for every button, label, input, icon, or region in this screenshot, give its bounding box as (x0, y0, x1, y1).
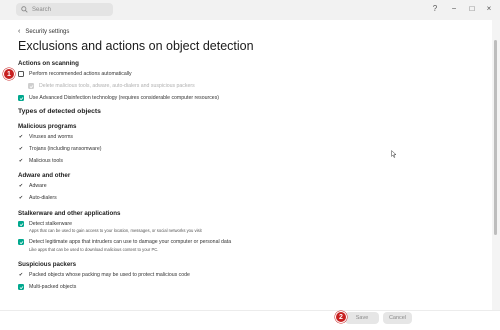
page-title: Exclusions and actions on object detecti… (18, 39, 254, 53)
annotation-badge-2: 2 (335, 311, 347, 323)
checkbox-checked[interactable] (18, 284, 24, 290)
list-item-label: Packed objects whose packing may be used… (29, 272, 190, 278)
checkmark-icon (19, 222, 23, 226)
malicious-heading: Malicious programs (18, 123, 77, 130)
delete-malicious-checkbox: Delete malicious tools, adware, auto-dia… (28, 83, 195, 89)
checkbox-unchecked[interactable] (18, 71, 24, 77)
multipacked-checkbox[interactable]: Multi-packed objects (18, 284, 76, 290)
list-item: ✔ Malicious tools (18, 158, 63, 164)
checkmark-icon (19, 285, 23, 289)
close-button[interactable]: × (484, 4, 494, 14)
list-item: ✔ Viruses and worms (18, 134, 73, 140)
check-icon: ✔ (18, 272, 24, 278)
minimize-button[interactable]: − (449, 4, 459, 14)
title-bar: Search ? − □ × (0, 0, 500, 20)
types-heading: Types of detected objects (18, 108, 101, 115)
list-item: ✔ Trojans (including ransomware) (18, 146, 102, 152)
detect-stalkerware-desc: Apps that can be used to gain access to … (29, 228, 202, 233)
advanced-disinfection-checkbox[interactable]: Use Advanced Disinfection technology (re… (18, 95, 219, 101)
checkmark-icon (19, 240, 23, 244)
list-item-label: Adware (29, 183, 47, 189)
cancel-button[interactable]: Cancel (383, 312, 412, 324)
checkbox-checked[interactable] (18, 95, 24, 101)
maximize-button[interactable]: □ (467, 4, 477, 14)
back-link[interactable]: ‹ Security settings (18, 28, 69, 35)
list-item-label: Malicious tools (29, 158, 64, 164)
detect-legit-apps-desc: Like apps that can be used to download m… (29, 247, 159, 252)
footer-bar (0, 310, 500, 330)
list-item-label: Auto-dialers (29, 195, 57, 201)
detect-legit-apps-label: Detect legitimate apps that intruders ca… (29, 239, 232, 245)
list-item: ✔ Auto-dialers (18, 195, 57, 201)
packers-heading: Suspicious packers (18, 261, 77, 268)
scrollbar-thumb[interactable] (494, 40, 497, 235)
detect-stalkerware-label: Detect stalkerware (29, 221, 72, 227)
checkmark-icon (29, 84, 33, 88)
check-icon: ✔ (18, 183, 24, 189)
check-icon: ✔ (18, 146, 24, 152)
adware-heading: Adware and other (18, 172, 71, 179)
help-button[interactable]: ? (430, 4, 440, 14)
advanced-disinfection-label: Use Advanced Disinfection technology (re… (29, 95, 220, 101)
chevron-left-icon: ‹ (18, 28, 21, 35)
search-placeholder: Search (32, 6, 52, 13)
actions-heading: Actions on scanning (18, 60, 79, 67)
back-link-label: Security settings (25, 28, 70, 35)
detect-legit-apps-checkbox[interactable]: Detect legitimate apps that intruders ca… (18, 239, 231, 245)
search-input[interactable]: Search (16, 3, 113, 16)
check-icon: ✔ (18, 195, 24, 201)
checkbox-checked-disabled (28, 83, 34, 89)
checkmark-icon (19, 96, 23, 100)
list-item: ✔ Packed objects whose packing may be use… (18, 272, 190, 278)
check-icon: ✔ (18, 158, 24, 164)
perform-recommended-checkbox[interactable]: Perform recommended actions automaticall… (18, 71, 132, 77)
delete-malicious-label: Delete malicious tools, adware, auto-dia… (39, 83, 195, 89)
mouse-cursor-icon (391, 150, 397, 158)
perform-recommended-label: Perform recommended actions automaticall… (29, 71, 132, 77)
checkbox-checked[interactable] (18, 221, 24, 227)
list-item-label: Viruses and worms (29, 134, 74, 140)
check-icon: ✔ (18, 134, 24, 140)
settings-content: ‹ Security settings Exclusions and actio… (0, 20, 492, 310)
save-button[interactable]: Save (345, 312, 379, 324)
stalkerware-heading: Stalkerware and other applications (18, 210, 121, 217)
list-item-label: Trojans (including ransomware) (29, 146, 102, 152)
annotation-badge-1: 1 (3, 68, 15, 80)
list-item: ✔ Adware (18, 183, 47, 189)
multipacked-label: Multi-packed objects (29, 284, 77, 290)
search-icon (21, 6, 28, 13)
detect-stalkerware-checkbox[interactable]: Detect stalkerware (18, 221, 72, 227)
checkbox-checked[interactable] (18, 239, 24, 245)
